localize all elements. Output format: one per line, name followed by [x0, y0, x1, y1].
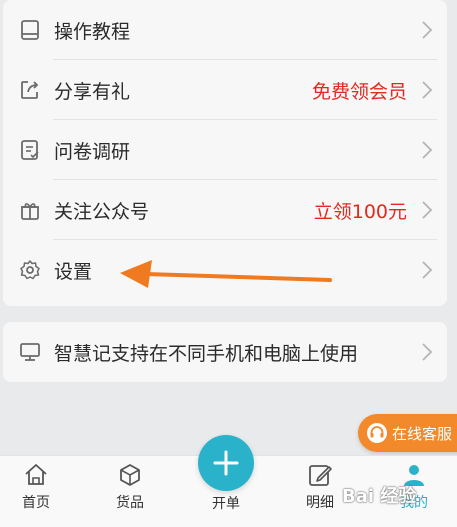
menu-item-label: 操作教程	[54, 20, 131, 43]
chevron-right-icon	[422, 261, 433, 279]
chevron-right-icon	[422, 21, 433, 39]
chevron-right-icon	[422, 201, 433, 219]
menu-item-tutorial[interactable]: 操作教程	[3, 0, 447, 60]
gift-icon	[19, 199, 41, 221]
online-service-button[interactable]: 在线客服	[358, 414, 457, 452]
share-icon	[19, 79, 41, 101]
menu-item-follow-account[interactable]: 关注公众号 立领100元	[3, 180, 447, 240]
tab-label: 首页	[22, 495, 50, 511]
tab-label: 货品	[116, 495, 144, 511]
plus-icon	[213, 450, 239, 476]
menu-item-label: 关注公众号	[54, 200, 150, 223]
new-order-button[interactable]	[198, 435, 254, 491]
home-icon	[25, 464, 47, 485]
chevron-right-icon	[422, 141, 433, 159]
tab-label: 我的	[400, 495, 428, 511]
box-icon	[120, 464, 140, 486]
menu-item-label: 问卷调研	[54, 140, 131, 163]
menu-item-share[interactable]: 分享有礼 免费领会员	[3, 60, 447, 120]
tab-me[interactable]: 我的	[379, 462, 449, 512]
menu-item-extra: 立领100元	[313, 200, 407, 223]
menu-item-settings[interactable]: 设置	[3, 240, 447, 300]
online-service-label: 在线客服	[392, 424, 453, 443]
menu-item-survey[interactable]: 问卷调研	[3, 120, 447, 180]
menu-item-multi-device[interactable]: 智慧记支持在不同手机和电脑上使用	[3, 322, 447, 382]
edit-icon	[309, 465, 332, 486]
gear-icon	[19, 259, 41, 281]
device-card: 智慧记支持在不同手机和电脑上使用	[3, 322, 447, 382]
chevron-right-icon	[422, 81, 433, 99]
book-icon	[19, 19, 41, 41]
headset-icon	[366, 422, 388, 444]
menu-item-extra: 免费领会员	[311, 80, 407, 103]
tab-home[interactable]: 首页	[1, 462, 71, 512]
tab-label: 明细	[306, 495, 334, 511]
device-label: 智慧记支持在不同手机和电脑上使用	[54, 342, 359, 365]
tab-details[interactable]: 明细	[285, 462, 355, 512]
survey-icon	[19, 139, 41, 161]
chevron-right-icon	[422, 343, 433, 361]
new-order-label: 开单	[212, 496, 240, 512]
monitor-icon	[19, 341, 41, 363]
menu-item-label: 分享有礼	[54, 80, 131, 103]
tab-goods[interactable]: 货品	[95, 462, 165, 512]
menu-item-label: 设置	[54, 260, 93, 283]
menu-card: 操作教程 分享有礼 免费领会员 问卷调研 关注公众号 立领100元 设置	[3, 0, 447, 306]
user-icon	[404, 465, 424, 486]
